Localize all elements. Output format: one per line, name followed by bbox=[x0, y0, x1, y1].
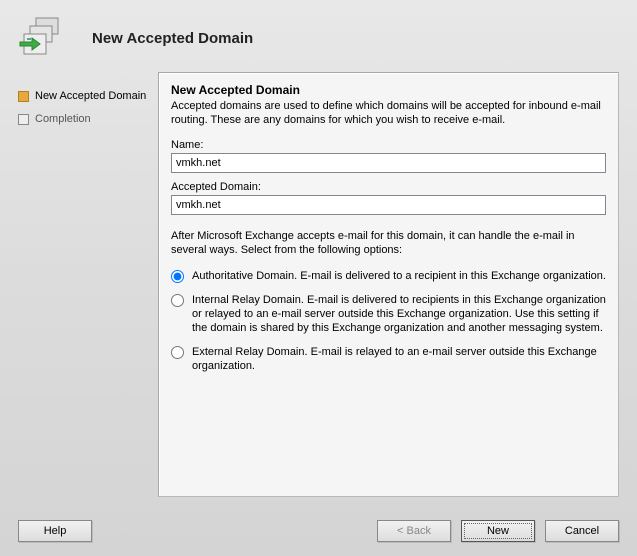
step-completion: Completion bbox=[18, 113, 148, 126]
button-bar: Help < Back New Cancel bbox=[18, 520, 619, 542]
step-indicator-icon bbox=[18, 91, 29, 102]
step-indicator-icon bbox=[18, 114, 29, 125]
help-button[interactable]: Help bbox=[18, 520, 92, 542]
radio-external-relay-label: External Relay Domain. E-mail is relayed… bbox=[192, 345, 606, 373]
back-button: < Back bbox=[377, 520, 451, 542]
step-new-accepted-domain: New Accepted Domain bbox=[18, 90, 148, 103]
wizard-steps-sidebar: New Accepted Domain Completion bbox=[18, 72, 158, 497]
options-intro: After Microsoft Exchange accepts e-mail … bbox=[171, 229, 606, 257]
section-title: New Accepted Domain bbox=[171, 83, 606, 97]
name-input[interactable] bbox=[171, 153, 606, 173]
new-button[interactable]: New bbox=[461, 520, 535, 542]
wizard-title: New Accepted Domain bbox=[92, 30, 253, 47]
content-panel: New Accepted Domain Accepted domains are… bbox=[158, 72, 619, 497]
radio-external-relay[interactable] bbox=[171, 346, 184, 359]
main-area: New Accepted Domain Completion New Accep… bbox=[0, 72, 637, 497]
radio-authoritative-label: Authoritative Domain. E-mail is delivere… bbox=[192, 269, 606, 283]
server-mail-icon bbox=[18, 14, 66, 62]
accepted-domain-label: Accepted Domain: bbox=[171, 181, 606, 193]
wizard-header: New Accepted Domain bbox=[0, 0, 637, 72]
accepted-domain-input[interactable] bbox=[171, 195, 606, 215]
radio-option-authoritative[interactable]: Authoritative Domain. E-mail is delivere… bbox=[171, 269, 606, 283]
name-label: Name: bbox=[171, 139, 606, 151]
radio-authoritative[interactable] bbox=[171, 270, 184, 283]
section-description: Accepted domains are used to define whic… bbox=[171, 99, 606, 127]
radio-internal-relay-label: Internal Relay Domain. E-mail is deliver… bbox=[192, 293, 606, 335]
radio-internal-relay[interactable] bbox=[171, 294, 184, 307]
radio-option-external-relay[interactable]: External Relay Domain. E-mail is relayed… bbox=[171, 345, 606, 373]
radio-option-internal-relay[interactable]: Internal Relay Domain. E-mail is deliver… bbox=[171, 293, 606, 335]
cancel-button[interactable]: Cancel bbox=[545, 520, 619, 542]
